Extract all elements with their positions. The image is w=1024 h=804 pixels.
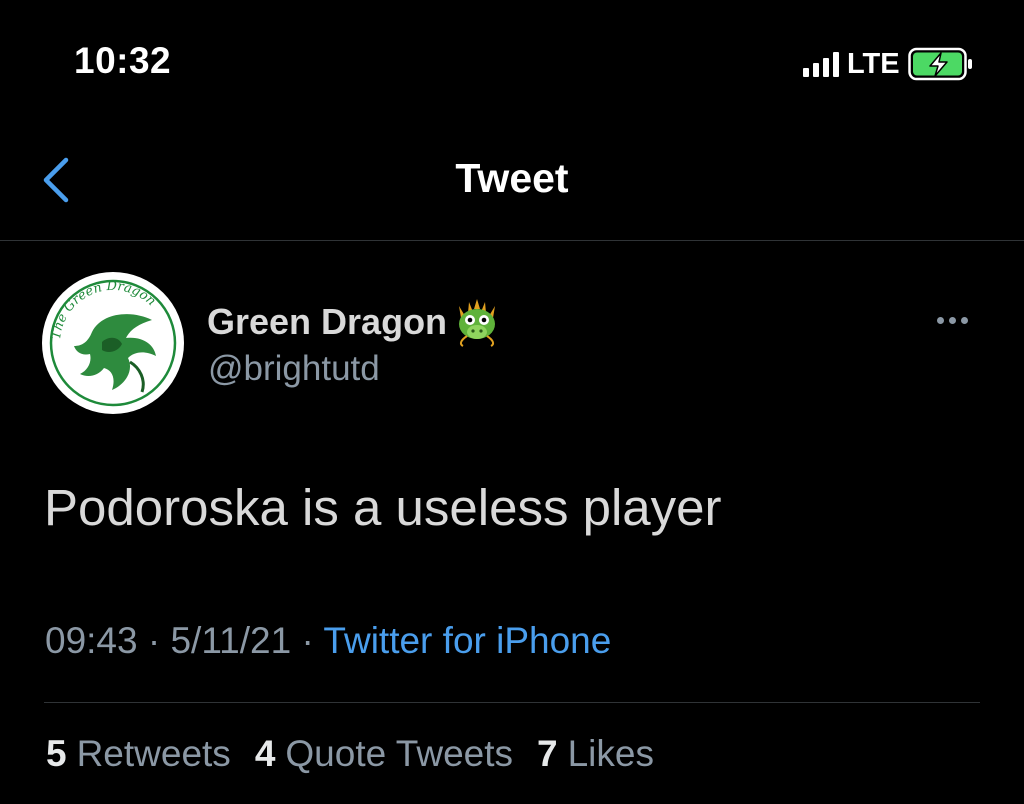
retweets-stat[interactable]: 5 Retweets	[46, 733, 231, 775]
quote-tweets-label: Quote Tweets	[285, 733, 514, 774]
network-type-label: LTE	[847, 47, 900, 80]
author-name-row[interactable]: Green Dragon	[207, 296, 503, 348]
header-divider	[0, 240, 1024, 241]
meta-separator: ·	[301, 620, 314, 661]
engagement-stats: 5 Retweets 4 Quote Tweets 7 Likes	[46, 733, 654, 775]
avatar[interactable]: The Green Dragon	[42, 272, 184, 414]
tweet-source-link[interactable]: Twitter for iPhone	[323, 620, 611, 661]
tweet-date: 5/11/21	[170, 620, 292, 661]
author-handle[interactable]: @brightutd	[208, 349, 380, 389]
stats-divider	[44, 702, 980, 703]
tweet-metadata: 09:43 · 5/11/21 · Twitter for iPhone	[45, 620, 611, 662]
author-display-name: Green Dragon	[207, 301, 448, 342]
cellular-signal-icon	[803, 51, 839, 77]
dragon-face-icon	[459, 299, 496, 347]
retweets-label: Retweets	[76, 733, 231, 774]
quote-tweets-stat[interactable]: 4 Quote Tweets	[255, 733, 513, 775]
tweet-time: 09:43	[45, 620, 138, 661]
likes-count: 7	[537, 733, 558, 774]
tweet-text: Podoroska is a useless player	[44, 479, 722, 536]
battery-charging-icon	[907, 47, 972, 81]
likes-label: Likes	[567, 733, 654, 774]
green-dragon-logo: The Green Dragon	[44, 274, 182, 412]
status-time: 10:32	[74, 40, 172, 81]
likes-stat[interactable]: 7 Likes	[537, 733, 654, 775]
more-horizontal-icon	[936, 316, 944, 324]
meta-separator: ·	[147, 620, 161, 661]
retweets-count: 5	[46, 733, 67, 774]
status-indicators: LTE	[803, 44, 974, 84]
quote-tweets-count: 4	[254, 733, 276, 774]
more-options-button[interactable]	[928, 305, 976, 335]
page-title: Tweet	[455, 155, 569, 201]
